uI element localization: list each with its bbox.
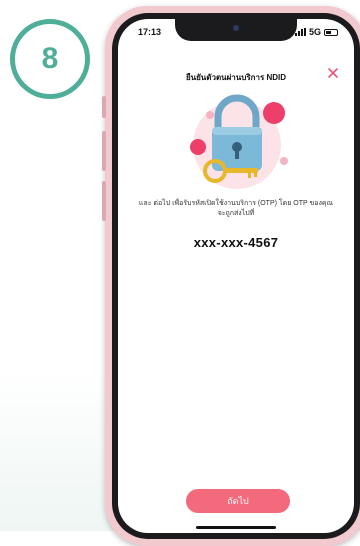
signal-icon [294, 28, 306, 36]
home-indicator [196, 526, 276, 529]
volume-down-button [102, 181, 106, 221]
status-time: 17:13 [138, 27, 162, 37]
otp-message: และ ต่อไป เพื่อรับรหัสเปิดใช้งานบริการ (… [138, 200, 334, 217]
close-icon[interactable] [326, 66, 340, 80]
phone-screen: 17:13 5G ยืนยันตัวตนผ่านบริการ NDID และ … [118, 19, 354, 533]
next-button[interactable]: ถัดไป [186, 489, 290, 513]
network-label: 5G [308, 27, 321, 37]
step-number: 8 [41, 42, 59, 75]
phone-bezel: 17:13 5G ยืนยันตัวตนผ่านบริการ NDID และ … [112, 13, 360, 539]
phone-frame: 17:13 5G ยืนยันตัวตนผ่านบริการ NDID และ … [102, 6, 360, 546]
mute-button [102, 96, 106, 118]
padlock-key-icon [190, 94, 288, 189]
masked-phone-number: xxx-xxx-4567 [193, 235, 279, 250]
status-right: 5G [294, 27, 338, 37]
step-badge: 8 [10, 19, 90, 99]
volume-up-button [102, 131, 106, 171]
status-bar: 17:13 5G [138, 27, 338, 41]
page-title: ยืนยันตัวตนผ่านบริการ NDID [185, 73, 287, 82]
battery-icon [324, 28, 338, 36]
